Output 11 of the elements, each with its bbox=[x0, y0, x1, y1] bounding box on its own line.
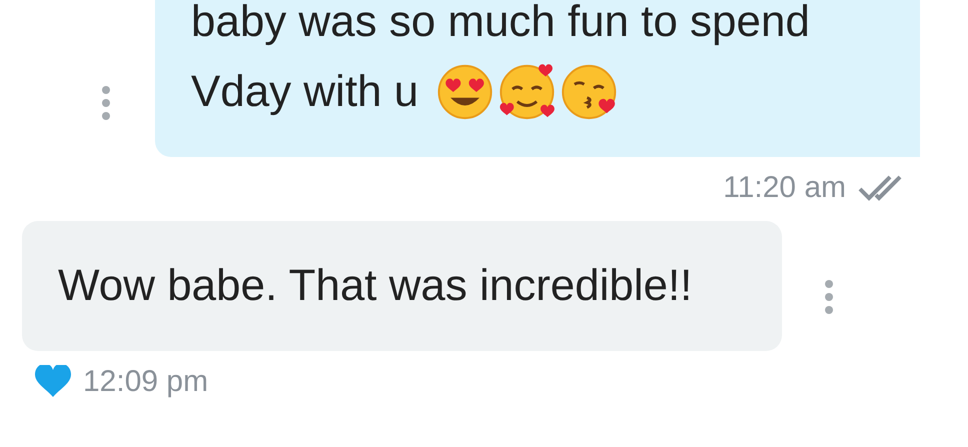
message-time: 12:09 pm bbox=[83, 365, 208, 399]
message-text: Vday with u bbox=[191, 66, 418, 118]
kiss-emoji-icon bbox=[560, 63, 618, 121]
message-text: baby was so much fun to spend bbox=[191, 0, 810, 48]
smiling-hearts-emoji-icon bbox=[498, 63, 556, 121]
message-text: Wow babe. That was incredible!! bbox=[58, 260, 692, 312]
heart-eyes-emoji-icon bbox=[436, 63, 494, 121]
more-options-icon[interactable] bbox=[823, 279, 835, 315]
message-time: 11:20 am bbox=[723, 171, 846, 205]
heart-icon[interactable] bbox=[35, 365, 71, 399]
more-options-icon[interactable] bbox=[100, 85, 112, 121]
